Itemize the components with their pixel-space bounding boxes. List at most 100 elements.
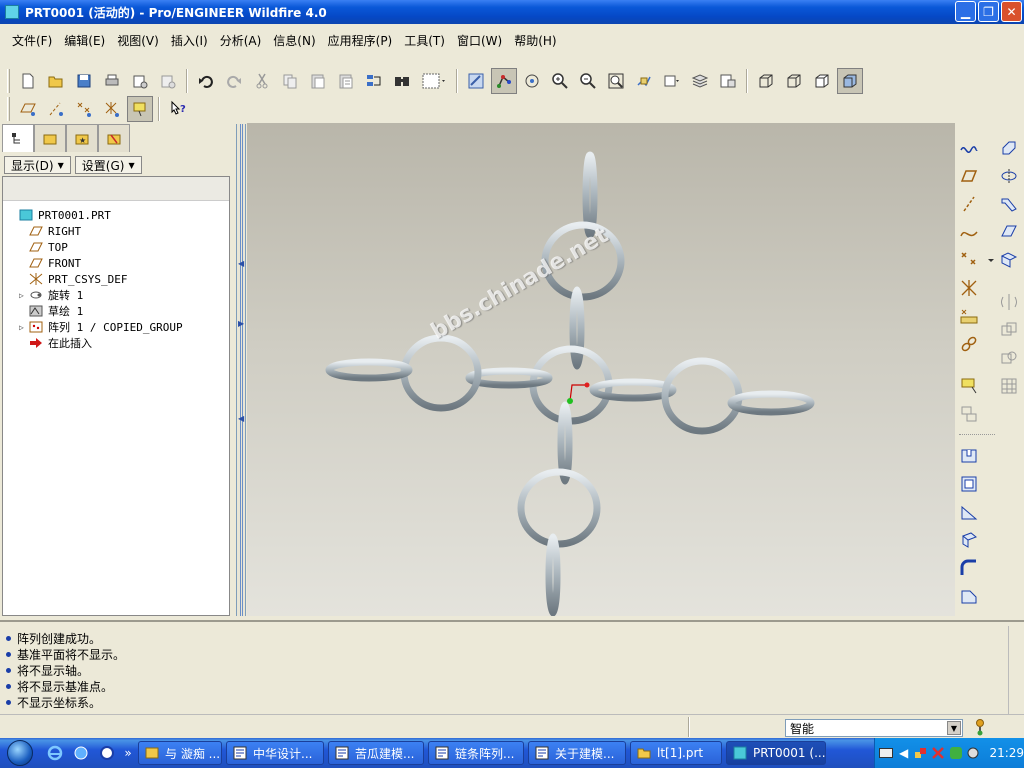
menu-edit[interactable]: 编辑(E) [58, 32, 111, 49]
find-icon[interactable] [389, 68, 415, 94]
selection-filter-dropdown[interactable]: 智能 ▼ [785, 719, 963, 737]
revolve-tool-icon[interactable] [997, 164, 1021, 188]
repaint-icon[interactable] [463, 68, 489, 94]
copy-feature-icon[interactable] [957, 402, 981, 426]
view-manager-icon[interactable] [715, 68, 741, 94]
toolbar-grip[interactable] [959, 434, 995, 437]
reorient-icon[interactable] [631, 68, 657, 94]
close-button[interactable]: ✕ [1001, 1, 1022, 22]
restore-button[interactable]: ❐ [978, 1, 999, 22]
surface-boundary-icon[interactable] [997, 248, 1021, 272]
datum-point-display-icon[interactable] [71, 96, 97, 122]
annotation-feature-icon[interactable] [957, 374, 981, 398]
paste-special-icon[interactable] [333, 68, 359, 94]
taskbar-button[interactable]: PRT0001 (... [726, 741, 826, 765]
connections-tab[interactable] [98, 124, 130, 152]
tree-item[interactable]: FRONT [3, 255, 229, 271]
refit-icon[interactable] [603, 68, 629, 94]
cut-icon[interactable] [249, 68, 275, 94]
menu-file[interactable]: 文件(F) [6, 32, 58, 49]
menu-help[interactable]: 帮助(H) [508, 32, 562, 49]
graphics-window[interactable]: bbs.chinade.net [247, 123, 955, 616]
orient-mode-icon[interactable] [519, 68, 545, 94]
mirror-icon[interactable] [997, 290, 1021, 314]
title-bar[interactable]: PRT0001 (活动的) - Pro/ENGINEER Wildfire 4.… [0, 0, 1024, 24]
chamfer-icon[interactable] [957, 584, 981, 608]
point-dropdown-icon[interactable] [985, 248, 997, 272]
sketched-datum-curve-icon[interactable] [957, 136, 981, 160]
layers-icon[interactable] [687, 68, 713, 94]
round-icon[interactable] [957, 556, 981, 580]
tree-item[interactable]: RIGHT [3, 223, 229, 239]
context-help-icon[interactable]: ? [165, 96, 191, 122]
open-icon[interactable] [43, 68, 69, 94]
tree-item[interactable]: PRT0001.PRT [3, 207, 229, 223]
undo-icon[interactable] [193, 68, 219, 94]
app-tray-icon[interactable] [949, 745, 963, 761]
send-link-icon[interactable] [155, 68, 181, 94]
chain-tool-icon[interactable] [957, 332, 981, 356]
taskbar-button[interactable]: lt[1].prt [630, 741, 722, 765]
taskbar-button[interactable]: 中华设计... [226, 741, 324, 765]
pattern-tool-icon[interactable] [997, 374, 1021, 398]
tray-expand-icon[interactable]: ◀ [896, 745, 910, 761]
network-icon[interactable] [914, 745, 928, 761]
analysis-feature-icon[interactable] [957, 304, 981, 328]
taskbar-button[interactable]: 链条阵列... [428, 741, 524, 765]
menu-insert[interactable]: 插入(I) [165, 32, 214, 49]
menu-tools[interactable]: 工具(T) [398, 32, 451, 49]
taskbar-button[interactable]: 苦瓜建模... [328, 741, 424, 765]
hidden-line-icon[interactable] [781, 68, 807, 94]
toolbar-grip[interactable] [7, 69, 10, 93]
tree-item[interactable]: ▷ 旋转 1 [3, 287, 229, 303]
menu-view[interactable]: 视图(V) [111, 32, 165, 49]
menu-window[interactable]: 窗口(W) [451, 32, 508, 49]
sweep-icon[interactable] [997, 192, 1021, 216]
volume-icon[interactable] [966, 745, 980, 761]
message-scrollbar[interactable] [1008, 626, 1022, 714]
shading-icon[interactable] [837, 68, 863, 94]
settings-menu-button[interactable]: 设置(G) ▼ [74, 156, 142, 174]
selection-filter-icon[interactable] [417, 68, 451, 94]
datum-axis-display-icon[interactable] [43, 96, 69, 122]
taskbar-button[interactable]: 关于建模... [528, 741, 626, 765]
datum-plane-tool-icon[interactable] [957, 164, 981, 188]
hole-icon[interactable] [957, 444, 981, 468]
expand-icon[interactable]: ▷ [19, 291, 29, 300]
datum-plane-display-icon[interactable] [15, 96, 41, 122]
spin-center-icon[interactable] [491, 68, 517, 94]
ie-icon[interactable] [44, 742, 66, 764]
quick-launch-icon[interactable] [96, 742, 118, 764]
regenerate-icon[interactable] [361, 68, 387, 94]
keyboard-icon[interactable] [879, 745, 894, 761]
extrude-icon[interactable] [997, 136, 1021, 160]
zoom-out-icon[interactable] [575, 68, 601, 94]
model-tree-tab[interactable] [2, 124, 34, 152]
minimize-button[interactable]: ▁ [955, 1, 976, 22]
no-hidden-icon[interactable] [809, 68, 835, 94]
expand-arrow-icon[interactable]: ▶ [238, 319, 244, 328]
new-icon[interactable] [15, 68, 41, 94]
copy-icon[interactable] [277, 68, 303, 94]
antivirus-icon[interactable] [931, 745, 945, 761]
send-mail-icon[interactable] [127, 68, 153, 94]
paste-icon[interactable] [305, 68, 331, 94]
menu-info[interactable]: 信息(N) [267, 32, 321, 49]
datum-curve-icon[interactable] [957, 220, 981, 244]
blend-icon[interactable] [997, 220, 1021, 244]
rib-icon[interactable] [957, 500, 981, 524]
tree-item[interactable]: 在此插入 [3, 335, 229, 351]
tree-item[interactable]: ▷ 阵列 1 / COPIED_GROUP [3, 319, 229, 335]
menu-applications[interactable]: 应用程序(P) [322, 32, 399, 49]
menu-analysis[interactable]: 分析(A) [214, 32, 268, 49]
datum-point-tool-icon[interactable] [957, 248, 981, 272]
redo-icon[interactable] [221, 68, 247, 94]
dropdown-arrow-icon[interactable]: ▼ [947, 721, 961, 735]
folder-browser-tab[interactable] [34, 124, 66, 152]
tree-item[interactable]: 草绘 1 [3, 303, 229, 319]
trim-icon[interactable] [997, 346, 1021, 370]
taskbar-button[interactable]: 与 漩痴 ... [138, 741, 222, 765]
print-icon[interactable] [99, 68, 125, 94]
panel-sash[interactable]: ◀ ▶ ◀ [236, 124, 246, 616]
collapse-arrow-icon[interactable]: ◀ [238, 259, 244, 268]
